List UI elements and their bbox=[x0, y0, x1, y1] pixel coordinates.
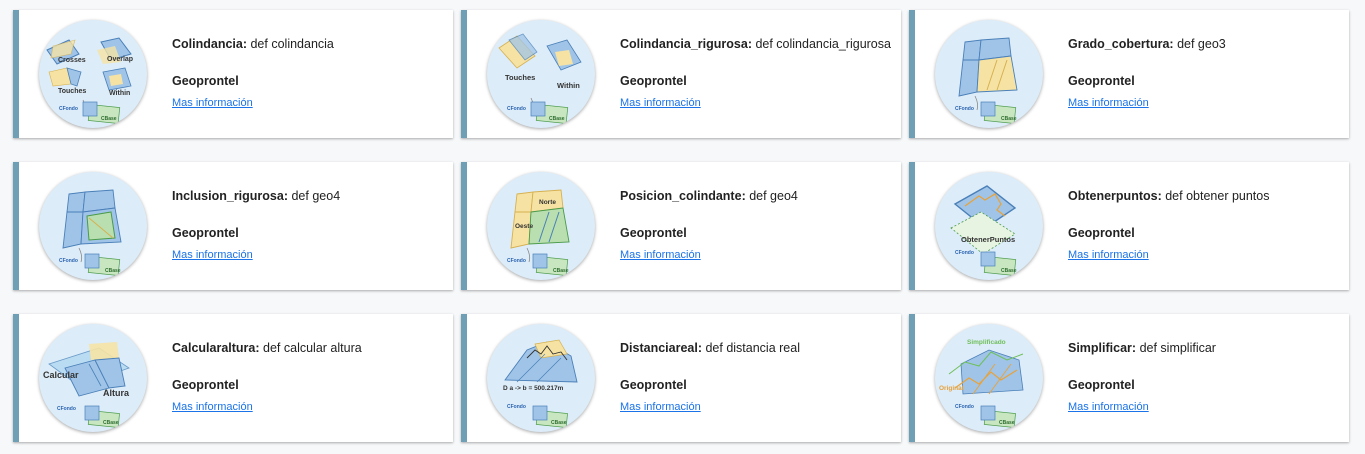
thumb-label: Touches bbox=[505, 73, 535, 82]
card-owner: Geoprontel bbox=[172, 378, 239, 392]
function-name: Obtenerpuntos bbox=[1068, 189, 1158, 203]
thumb-label: CBase bbox=[999, 420, 1015, 426]
more-info-link[interactable]: Mas información bbox=[620, 401, 701, 413]
function-description: def calcular altura bbox=[263, 341, 362, 355]
more-info-link[interactable]: Mas información bbox=[172, 401, 253, 413]
more-info-link[interactable]: Mas información bbox=[172, 97, 253, 109]
thumbnail-image: Norte Oeste CFondo CBase bbox=[487, 172, 595, 280]
more-info-link[interactable]: Mas información bbox=[620, 249, 701, 261]
card-owner: Geoprontel bbox=[172, 226, 239, 240]
thumb-label: Within bbox=[557, 81, 580, 90]
card-colindancia-rigurosa[interactable]: Touches Within CFondo CBase Colindancia_… bbox=[461, 10, 901, 138]
thumb-label: CFondo bbox=[59, 258, 78, 264]
function-name: Grado_cobertura bbox=[1068, 37, 1170, 51]
card-colindancia[interactable]: Crosses Overlap Touches Within CFondo CB… bbox=[13, 10, 453, 138]
thumb-label: CFondo bbox=[955, 250, 974, 256]
function-description: def colindancia bbox=[250, 37, 334, 51]
card-owner: Geoprontel bbox=[620, 226, 687, 240]
more-info-link[interactable]: Mas información bbox=[1068, 97, 1149, 109]
card-posicion-colindante[interactable]: Norte Oeste CFondo CBase Posicion_colind… bbox=[461, 162, 901, 290]
thumb-label: ObtenerPuntos bbox=[961, 235, 1015, 244]
thumb-label: Original bbox=[939, 385, 964, 392]
function-name: Inclusion_rigurosa bbox=[172, 189, 284, 203]
thumb-label: CFondo bbox=[507, 258, 526, 264]
thumb-label: Overlap bbox=[107, 56, 133, 63]
thumb-label: Crosses bbox=[58, 57, 86, 64]
thumb-label: CBase bbox=[1001, 268, 1017, 274]
card-calcularaltura[interactable]: Calcular Altura CFondo CBase Calcularalt… bbox=[13, 314, 453, 442]
card-title: Grado_cobertura: def geo3 bbox=[1068, 37, 1226, 51]
thumbnail-image: Calcular Altura CFondo CBase bbox=[39, 324, 147, 432]
thumb-label: D a -> b = 500.217m bbox=[503, 385, 564, 392]
card-grid: Crosses Overlap Touches Within CFondo CB… bbox=[13, 10, 1349, 442]
more-info-link[interactable]: Mas información bbox=[1068, 249, 1149, 261]
thumb-label: CFondo bbox=[59, 106, 78, 112]
function-name: Posicion_colindante bbox=[620, 189, 742, 203]
thumb-label: CFondo bbox=[507, 404, 526, 410]
thumb-label: Calcular bbox=[43, 370, 79, 380]
thumb-label: CFondo bbox=[955, 106, 974, 112]
function-description: def colindancia_rigurosa bbox=[755, 37, 891, 51]
thumb-label: CFondo bbox=[57, 406, 76, 412]
thumb-label: CBase bbox=[553, 268, 569, 274]
card-owner: Geoprontel bbox=[620, 74, 687, 88]
card-owner: Geoprontel bbox=[1068, 378, 1135, 392]
thumb-label: Altura bbox=[103, 388, 130, 398]
function-description: def simplificar bbox=[1139, 341, 1216, 355]
function-name: Distanciareal bbox=[620, 341, 698, 355]
card-grado-cobertura[interactable]: CFondo CBase Grado_cobertura: def geo3 G… bbox=[909, 10, 1349, 138]
thumb-label: CFondo bbox=[507, 106, 526, 112]
thumbnail-image: Simplificado Original CFondo CBase bbox=[935, 324, 1043, 432]
function-name: Colindancia bbox=[172, 37, 243, 51]
card-simplificar[interactable]: Simplificado Original CFondo CBase Simpl… bbox=[909, 314, 1349, 442]
function-description: def geo4 bbox=[749, 189, 798, 203]
thumbnail-image: Crosses Overlap Touches Within CFondo CB… bbox=[39, 20, 147, 128]
thumb-label: Oeste bbox=[515, 223, 533, 230]
thumb-label: Norte bbox=[539, 199, 556, 206]
card-title: Colindancia: def colindancia bbox=[172, 37, 334, 51]
thumb-label: CBase bbox=[1001, 116, 1017, 122]
function-description: def geo4 bbox=[291, 189, 341, 203]
more-info-link[interactable]: Mas información bbox=[620, 97, 701, 109]
card-title: Colindancia_rigurosa: def colindancia_ri… bbox=[620, 37, 891, 51]
card-title: Distanciareal: def distancia real bbox=[620, 341, 800, 355]
thumb-label: CBase bbox=[549, 116, 565, 122]
thumb-label: CBase bbox=[551, 420, 567, 426]
more-info-link[interactable]: Mas información bbox=[1068, 401, 1149, 413]
card-owner: Geoprontel bbox=[172, 74, 239, 88]
function-name: Calcularaltura bbox=[172, 341, 256, 355]
function-name: Simplificar bbox=[1068, 341, 1132, 355]
card-title: Simplificar: def simplificar bbox=[1068, 341, 1216, 355]
function-description: def distancia real bbox=[705, 341, 800, 355]
thumb-label: Simplificado bbox=[967, 339, 1006, 346]
thumb-label: Within bbox=[109, 90, 130, 97]
function-name: Colindancia_rigurosa bbox=[620, 37, 748, 51]
thumbnail-image: Touches Within CFondo CBase bbox=[487, 20, 595, 128]
card-title: Calcularaltura: def calcular altura bbox=[172, 341, 362, 355]
thumb-label: CBase bbox=[101, 116, 117, 122]
function-description: def geo3 bbox=[1177, 37, 1226, 51]
thumb-label: CBase bbox=[105, 268, 121, 274]
card-owner: Geoprontel bbox=[1068, 74, 1135, 88]
card-title: Obtenerpuntos: def obtener puntos bbox=[1068, 189, 1270, 203]
thumbnail-image: D a -> b = 500.217m CFondo CBase bbox=[487, 324, 595, 432]
thumb-label: CBase bbox=[103, 420, 119, 426]
card-distanciareal[interactable]: D a -> b = 500.217m CFondo CBase Distanc… bbox=[461, 314, 901, 442]
thumbnail-image: CFondo CBase bbox=[935, 20, 1043, 128]
card-title: Inclusion_rigurosa: def geo4 bbox=[172, 189, 341, 203]
card-owner: Geoprontel bbox=[1068, 226, 1135, 240]
more-info-link[interactable]: Mas información bbox=[172, 249, 253, 261]
thumb-label: Touches bbox=[58, 88, 86, 95]
card-obtenerpuntos[interactable]: ObtenerPuntos CFondo CBase Obtenerpuntos… bbox=[909, 162, 1349, 290]
function-description: def obtener puntos bbox=[1165, 189, 1270, 203]
card-title: Posicion_colindante: def geo4 bbox=[620, 189, 798, 203]
thumbnail-image: ObtenerPuntos CFondo CBase bbox=[935, 172, 1043, 280]
card-owner: Geoprontel bbox=[620, 378, 687, 392]
thumbnail-image: CFondo CBase bbox=[39, 172, 147, 280]
thumb-label: CFondo bbox=[955, 404, 974, 410]
card-inclusion-rigurosa[interactable]: CFondo CBase Inclusion_rigurosa: def geo… bbox=[13, 162, 453, 290]
